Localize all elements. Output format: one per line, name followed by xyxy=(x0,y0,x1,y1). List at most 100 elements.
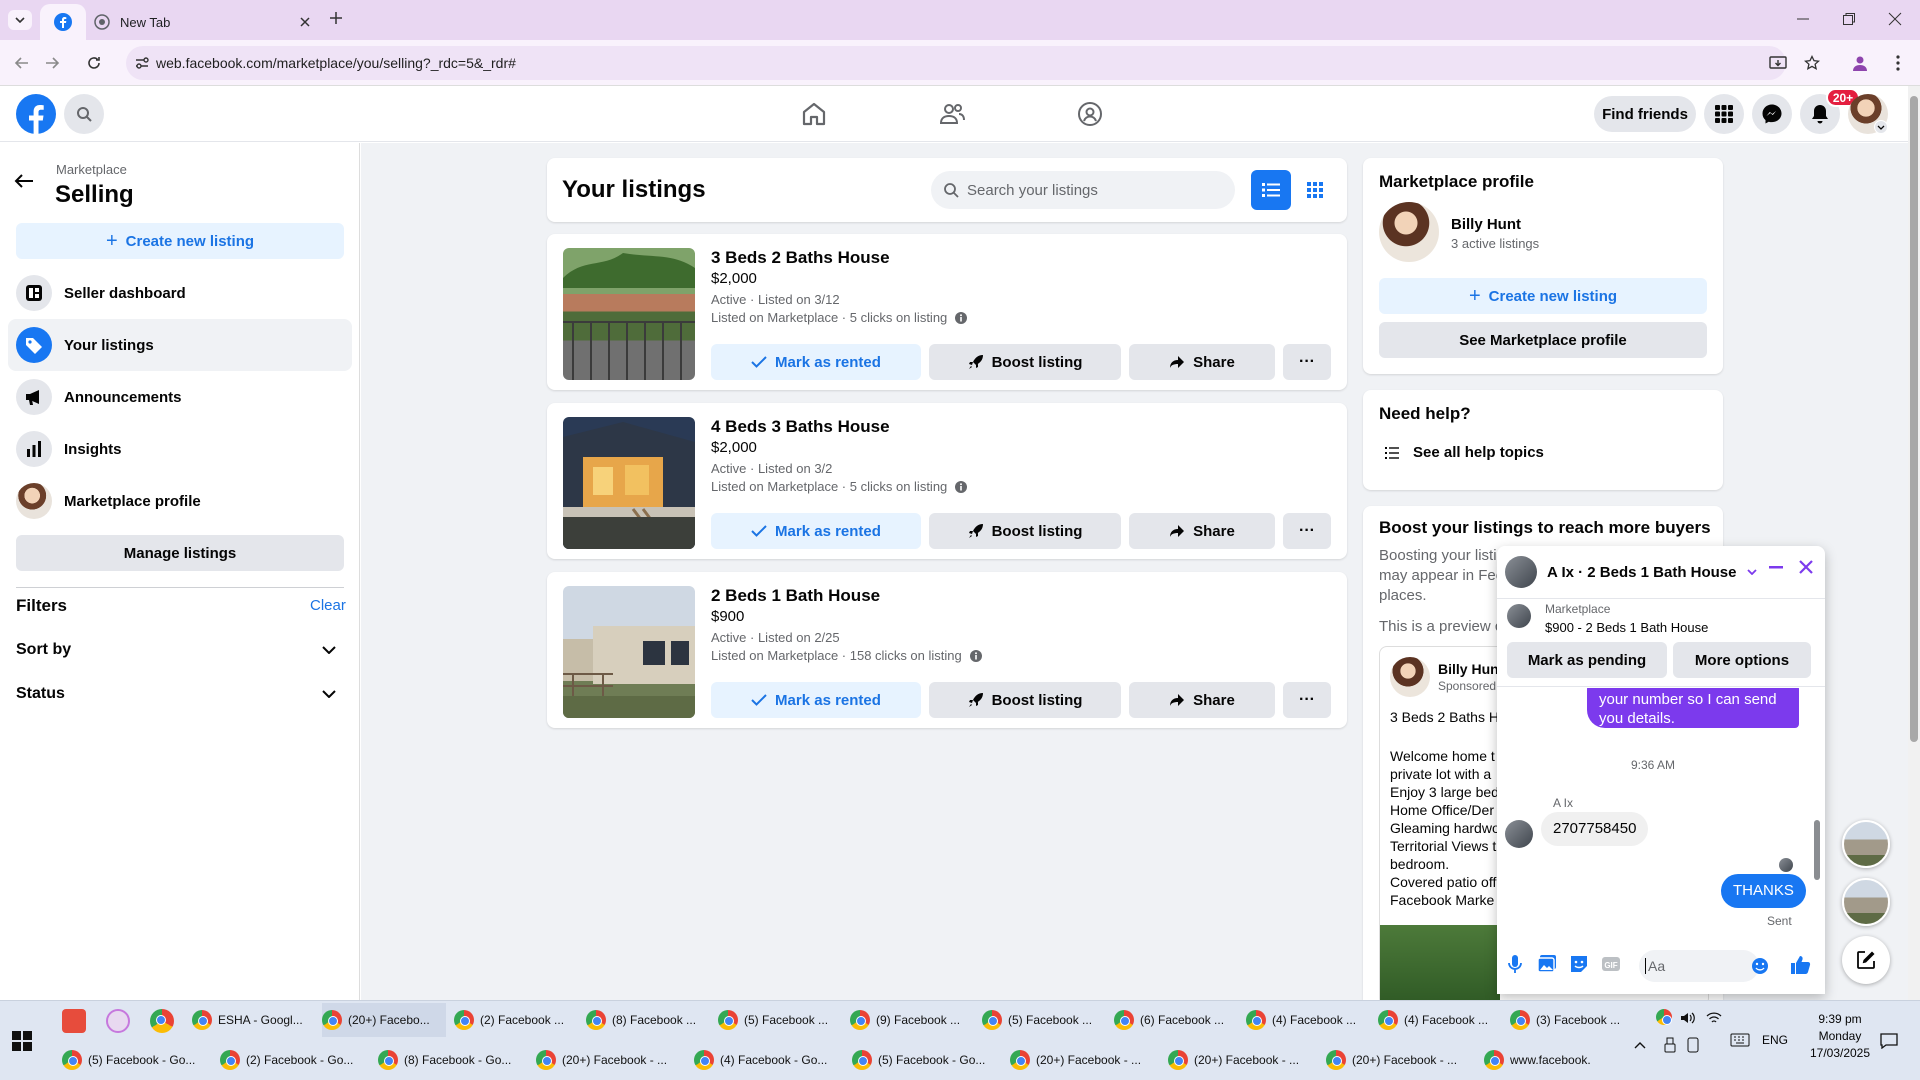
language-indicator[interactable]: ENG xyxy=(1762,1033,1788,1047)
back-arrow-button[interactable] xyxy=(14,173,34,189)
device-icon[interactable] xyxy=(1686,1037,1700,1053)
scrollbar-thumb[interactable] xyxy=(1814,820,1820,880)
nav-friends[interactable] xyxy=(938,100,966,128)
listing-title[interactable]: 4 Beds 3 Baths House xyxy=(711,417,890,437)
mark-as-rented-button[interactable]: Mark as rented xyxy=(711,682,921,718)
more-options-button[interactable]: ··· xyxy=(1283,682,1331,718)
nav-home[interactable] xyxy=(800,100,828,128)
context-item[interactable]: $900 - 2 Beds 1 Bath House xyxy=(1545,620,1708,635)
account-menu-chevron[interactable] xyxy=(1874,120,1888,134)
more-options-button[interactable]: ··· xyxy=(1283,513,1331,549)
see-marketplace-profile-button[interactable]: See Marketplace profile xyxy=(1379,322,1707,358)
wifi-icon[interactable] xyxy=(1706,1011,1722,1025)
facebook-logo[interactable] xyxy=(16,94,56,134)
chat-head[interactable] xyxy=(1842,820,1890,868)
taskbar-window-active[interactable]: (20+) Facebo... xyxy=(322,1003,446,1037)
sidebar-item-seller-dashboard[interactable]: Seller dashboard xyxy=(8,267,352,319)
profile-name[interactable]: Billy Hunt xyxy=(1451,216,1521,233)
info-icon[interactable] xyxy=(955,311,968,324)
browser-menu-button[interactable] xyxy=(1886,51,1910,75)
back-button[interactable] xyxy=(10,51,34,75)
share-button[interactable]: Share xyxy=(1129,513,1275,549)
page-scrollbar[interactable] xyxy=(1908,86,1920,1000)
forward-button[interactable] xyxy=(40,51,64,75)
install-app-button[interactable] xyxy=(1766,51,1790,75)
keyboard-icon[interactable] xyxy=(1730,1033,1750,1047)
see-help-topics-link[interactable]: See all help topics xyxy=(1385,444,1544,461)
create-listing-button[interactable]: + Create new listing xyxy=(1379,278,1707,314)
emoji-button[interactable] xyxy=(1751,957,1769,975)
create-listing-button[interactable]: + Create new listing xyxy=(16,223,344,259)
tray-chrome-icon[interactable] xyxy=(1656,1009,1678,1025)
sidebar-item-insights[interactable]: Insights xyxy=(8,423,352,475)
attach-photo-button[interactable] xyxy=(1537,954,1557,974)
reload-button[interactable] xyxy=(82,51,106,75)
like-send-button[interactable] xyxy=(1789,954,1811,976)
taskbar-window[interactable]: (4) Facebook ... xyxy=(1246,1003,1370,1037)
avatar[interactable] xyxy=(1379,202,1439,262)
close-icon[interactable] xyxy=(300,17,310,27)
listing-photo[interactable] xyxy=(563,248,695,380)
messenger-button[interactable] xyxy=(1752,94,1792,134)
listing-photo[interactable] xyxy=(563,417,695,549)
nav-groups[interactable] xyxy=(1076,100,1104,128)
address-bar[interactable]: web.facebook.com/marketplace/you/selling… xyxy=(126,46,1786,80)
info-icon[interactable] xyxy=(969,649,982,662)
taskbar-window[interactable]: (8) Facebook ... xyxy=(586,1003,710,1037)
scrollbar-thumb[interactable] xyxy=(1910,96,1918,742)
show-hidden-icons-button[interactable] xyxy=(1634,1041,1646,1049)
taskbar-window[interactable]: (5) Facebook ... xyxy=(982,1003,1106,1037)
sidebar-item-your-listings[interactable]: Your listings xyxy=(8,319,352,371)
message-input[interactable]: Aa xyxy=(1639,950,1759,982)
chat-scrollbar[interactable] xyxy=(1813,690,1821,930)
voice-clip-button[interactable] xyxy=(1507,954,1523,974)
grid-view-button[interactable] xyxy=(1295,170,1335,210)
new-tab-button[interactable] xyxy=(328,10,348,30)
gif-button[interactable]: GIF xyxy=(1601,956,1621,972)
taskbar-window[interactable]: (9) Facebook ... xyxy=(850,1003,974,1037)
taskbar-window[interactable]: (4) Facebook ... xyxy=(1378,1003,1502,1037)
boost-listing-button[interactable]: Boost listing xyxy=(929,513,1121,549)
taskbar-window[interactable]: (8) Facebook - Go... xyxy=(378,1043,528,1077)
profile-button[interactable] xyxy=(1848,51,1872,75)
mark-as-rented-button[interactable]: Mark as rented xyxy=(711,344,921,380)
taskbar-window[interactable]: (5) Facebook - Go... xyxy=(62,1043,212,1077)
share-button[interactable]: Share xyxy=(1129,682,1275,718)
taskbar-window[interactable]: (5) Facebook ... xyxy=(718,1003,842,1037)
list-view-button[interactable] xyxy=(1251,170,1291,210)
taskbar-window[interactable]: (6) Facebook ... xyxy=(1114,1003,1238,1037)
taskbar-window[interactable]: (20+) Facebook - ... xyxy=(1168,1043,1318,1077)
more-options-button[interactable]: ··· xyxy=(1283,344,1331,380)
taskbar-window[interactable]: (20+) Facebook - ... xyxy=(536,1043,686,1077)
window-minimize[interactable] xyxy=(1796,12,1812,28)
chat-header[interactable]: A Ix · 2 Beds 1 Bath House xyxy=(1505,554,1817,590)
taskbar-window[interactable]: (20+) Facebook - ... xyxy=(1326,1043,1476,1077)
tab-facebook[interactable] xyxy=(40,4,86,40)
window-restore[interactable] xyxy=(1842,12,1858,28)
site-info-icon[interactable] xyxy=(134,55,150,71)
message-thread[interactable]: your number so I can send you details. 9… xyxy=(1497,688,1825,936)
bookmark-button[interactable] xyxy=(1800,51,1824,75)
pinned-app-icon[interactable] xyxy=(62,1009,86,1033)
listing-title[interactable]: 2 Beds 1 Bath House xyxy=(711,586,880,606)
find-friends-button[interactable]: Find friends xyxy=(1594,96,1696,132)
tab-list-dropdown[interactable] xyxy=(8,10,32,30)
listing-photo[interactable] xyxy=(563,586,695,718)
taskbar-window[interactable]: (5) Facebook - Go... xyxy=(852,1043,1002,1077)
sidebar-item-announcements[interactable]: Announcements xyxy=(8,371,352,423)
sticker-button[interactable] xyxy=(1569,954,1589,974)
window-close[interactable] xyxy=(1888,12,1904,28)
boost-listing-button[interactable]: Boost listing xyxy=(929,344,1121,380)
taskbar-window[interactable]: (20+) Facebook - ... xyxy=(1010,1043,1160,1077)
minimize-chat-button[interactable] xyxy=(1769,566,1783,569)
taskbar-window[interactable]: (2) Facebook - Go... xyxy=(220,1043,370,1077)
taskbar-window[interactable]: (4) Facebook - Go... xyxy=(694,1043,844,1077)
more-options-button[interactable]: More options xyxy=(1673,642,1811,678)
listing-title[interactable]: 3 Beds 2 Baths House xyxy=(711,248,890,268)
taskbar-window[interactable]: ESHA - Googl... xyxy=(192,1003,314,1037)
usb-icon[interactable] xyxy=(1664,1037,1676,1053)
clear-filters-link[interactable]: Clear xyxy=(310,597,346,614)
new-message-button[interactable] xyxy=(1842,936,1890,984)
menu-button[interactable] xyxy=(1704,94,1744,134)
clock[interactable]: 9:39 pm Monday 17/03/2025 xyxy=(1800,1011,1880,1062)
